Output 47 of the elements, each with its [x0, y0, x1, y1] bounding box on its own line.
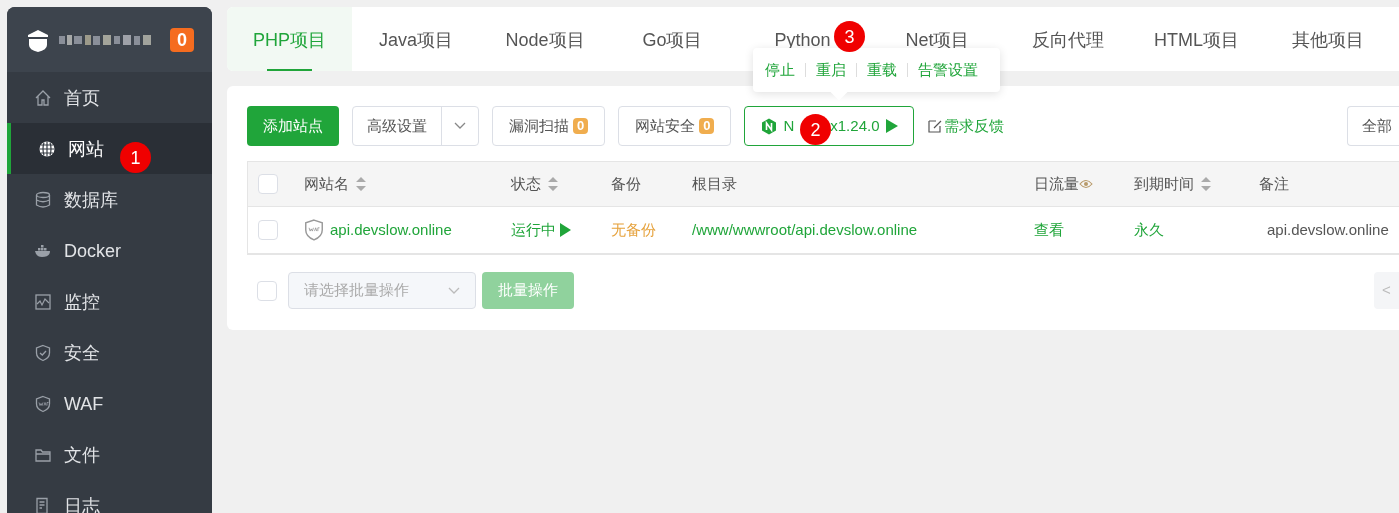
checkbox[interactable]: [258, 174, 278, 194]
sidebar-item[interactable]: 数据库: [7, 174, 212, 225]
column-title: 日流量: [1034, 173, 1079, 194]
project-tab[interactable]: Java项目: [352, 7, 480, 71]
sidebar-item[interactable]: WAF: [7, 378, 212, 429]
sidebar-item[interactable]: 文件: [7, 429, 212, 480]
globe-icon: [38, 139, 56, 158]
column-title: 状态: [511, 173, 541, 194]
checkbox[interactable]: [258, 220, 278, 240]
eye-icon[interactable]: [1079, 179, 1093, 189]
shield-icon: [34, 343, 52, 362]
count-badge: 0: [699, 118, 715, 134]
remark-text: api.devslow.online: [1267, 219, 1389, 240]
sort-icon[interactable]: [1200, 176, 1212, 192]
sidebar-item[interactable]: 首页: [7, 72, 212, 123]
column-title: 备注: [1259, 173, 1289, 194]
project-tab[interactable]: Go项目: [610, 7, 735, 71]
column-title: 根目录: [692, 173, 737, 194]
count-badge: 0: [573, 118, 589, 134]
checkbox[interactable]: [257, 280, 277, 301]
waf-shield-icon: [34, 394, 52, 413]
play-icon: [885, 119, 898, 133]
site-security-button[interactable]: 网站安全 0: [618, 106, 732, 146]
column-title: 备份: [611, 173, 641, 194]
project-tab[interactable]: HTML项目: [1130, 7, 1263, 71]
chart-icon: [34, 292, 52, 311]
project-tab[interactable]: 反向代理: [1005, 7, 1130, 71]
column-title: 到期时间: [1134, 173, 1194, 194]
database-icon: [34, 190, 52, 209]
column-title: 网站名: [304, 173, 349, 194]
sort-icon[interactable]: [355, 176, 367, 192]
waf-shield-icon: [304, 219, 324, 241]
chevron-down-icon: [454, 122, 466, 130]
hexagon-icon: [761, 117, 778, 135]
project-tab[interactable]: Node项目: [480, 7, 610, 71]
sidebar-item[interactable]: 日志: [7, 480, 212, 513]
sidebar-item[interactable]: 监控: [7, 276, 212, 327]
category-dropdown[interactable]: 全部: [1347, 106, 1399, 146]
chevron-down-icon: [448, 286, 460, 295]
edit-icon: [928, 119, 943, 133]
home-icon: [34, 88, 52, 107]
project-tab[interactable]: 其他项目: [1263, 7, 1393, 71]
sidebar-item[interactable]: Docker: [7, 225, 212, 276]
sort-icon[interactable]: [547, 176, 559, 192]
sidebar-item[interactable]: 安全: [7, 327, 212, 378]
vulnerability-scan-button[interactable]: 漏洞扫描 0: [492, 106, 606, 146]
play-icon: [560, 223, 571, 237]
